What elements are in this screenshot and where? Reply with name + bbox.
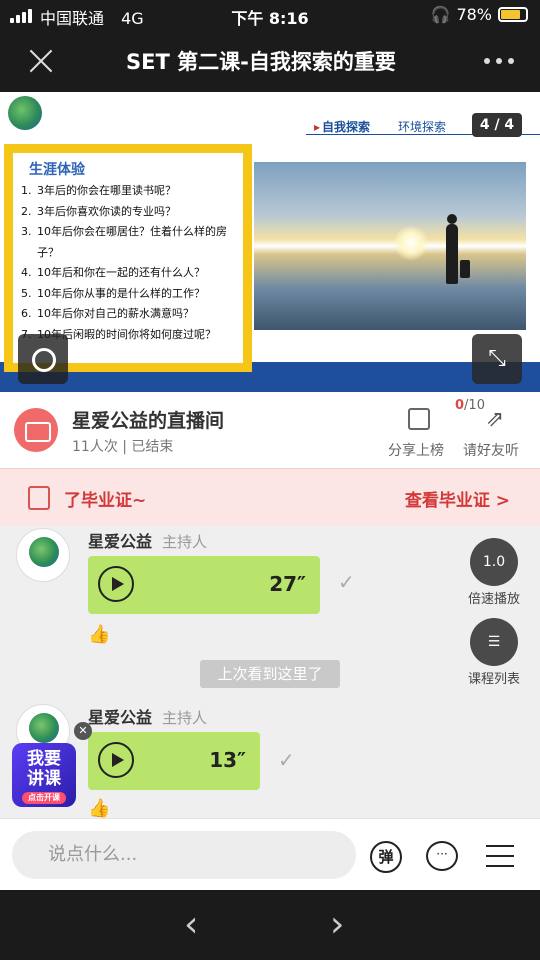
- teach-course-promo[interactable]: 我要 讲课 点击开课: [12, 743, 76, 807]
- live-room-name: 星爱公益的直播间: [72, 410, 225, 432]
- promo-close-icon[interactable]: ✕: [74, 722, 92, 740]
- question-item: 2. 3年后你喜欢你读的专业吗？: [21, 204, 176, 218]
- title-bar: SET 第二课-自我探索的重要: [0, 30, 540, 92]
- suitcase: [460, 260, 470, 278]
- view-certificate-link[interactable]: 查看毕业证 >: [405, 486, 510, 511]
- play-icon[interactable]: [98, 566, 134, 602]
- status-bar: 中国联通 4G 下午 8:16 🎧 78%: [0, 0, 540, 30]
- sunset-photo: [254, 162, 526, 330]
- fullscreen-icon[interactable]: ⤡: [472, 334, 522, 384]
- share-icon[interactable]: ⇗: [482, 408, 508, 432]
- last-viewed-marker[interactable]: 上次看到这里了: [200, 660, 340, 688]
- more-icon[interactable]: [484, 58, 514, 64]
- battery-icon: [498, 7, 528, 22]
- question-list: 1. 3年后的你会在哪里读书呢？ 2. 3年后你喜欢你读的专业吗？ 3. 10年后你会…: [21, 181, 235, 345]
- headphones-icon: 🎧: [430, 5, 451, 24]
- danmaku-toggle-button[interactable]: 弹: [370, 841, 402, 873]
- live-room-meta: 11人次 | 已结束: [72, 439, 174, 455]
- input-bar: 说点什么... 弹 ···: [0, 818, 540, 890]
- live-room-header: 星爱公益的直播间 11人次 | 已结束 分享上榜 0/10 ⇗ 请好友听: [0, 392, 540, 468]
- certificate-banner[interactable]: 了毕业证~ 查看毕业证 >: [0, 468, 540, 526]
- like-icon[interactable]: 👍: [88, 798, 110, 818]
- camera-icon[interactable]: [18, 334, 68, 384]
- traveler-figure: [446, 224, 458, 284]
- slide-nav-self-exploration: 自我探索: [314, 118, 370, 135]
- playback-speed-button[interactable]: 1.0: [470, 538, 518, 586]
- traveler-figure-head: [447, 214, 457, 224]
- back-arrow-icon[interactable]: ‹: [184, 904, 198, 945]
- certificate-message: 了毕业证~: [64, 491, 147, 511]
- playback-speed-label: 倍速播放: [468, 592, 521, 607]
- question-item: 1. 3年后的你会在哪里读书呢？: [21, 184, 176, 197]
- page-title: SET 第二课-自我探索的重要: [126, 50, 396, 74]
- play-icon[interactable]: [98, 742, 134, 778]
- read-check-icon: ✓: [278, 748, 295, 772]
- sun-glow: [394, 226, 428, 260]
- box-title: 生涯体验: [29, 162, 85, 178]
- comment-input[interactable]: 说点什么...: [12, 831, 356, 879]
- question-item: 3. 10年后你会在哪居住？住着什么样的房子？: [21, 225, 227, 259]
- avatar[interactable]: [16, 528, 70, 582]
- voice-message[interactable]: 27″: [88, 556, 320, 614]
- course-list-label: 课程列表: [468, 672, 521, 687]
- like-icon[interactable]: 👍: [88, 624, 110, 645]
- invite-friends-button[interactable]: 请好友听: [463, 440, 519, 460]
- question-item: 5. 10年后你从事的是什么样的工作？: [21, 286, 205, 300]
- course-list-icon[interactable]: ☰: [470, 618, 518, 666]
- battery-percent: 78%: [456, 5, 492, 24]
- question-item: 4. 10年后和你在一起的还有什么人？: [21, 266, 205, 279]
- slide-page-indicator: 4 / 4: [472, 113, 522, 137]
- message-sender: 星爱公益 主持人: [88, 708, 208, 727]
- certificate-icon: [28, 486, 50, 510]
- leaderboard-icon[interactable]: [408, 408, 430, 430]
- slide-nav-environment: 环境探索: [398, 120, 447, 134]
- close-icon[interactable]: [24, 44, 58, 78]
- message-sender: 星爱公益 主持人: [88, 532, 208, 551]
- invite-counter: 0/10: [455, 398, 485, 413]
- voice-duration: 13″: [209, 748, 246, 772]
- chat-feed[interactable]: 星爱公益 主持人 27″ ✓ 👍 上次看到这里了 星爱公益 主持人 13″ ✓ 👍 …: [0, 526, 540, 818]
- question-item: 6. 10年后你对自己的薪水满意吗？: [21, 307, 194, 320]
- comment-bubble-icon[interactable]: ···: [426, 841, 458, 871]
- forward-arrow-icon[interactable]: ›: [330, 904, 344, 945]
- slide-logo: [8, 96, 42, 130]
- voice-message[interactable]: 13″: [88, 732, 260, 790]
- browser-nav-bar: ‹ ›: [0, 890, 540, 960]
- read-check-icon: ✓: [338, 570, 355, 594]
- menu-icon[interactable]: [486, 845, 514, 875]
- live-room-icon: [14, 408, 58, 452]
- voice-duration: 27″: [269, 572, 306, 596]
- share-leaderboard-button[interactable]: 分享上榜: [388, 440, 444, 460]
